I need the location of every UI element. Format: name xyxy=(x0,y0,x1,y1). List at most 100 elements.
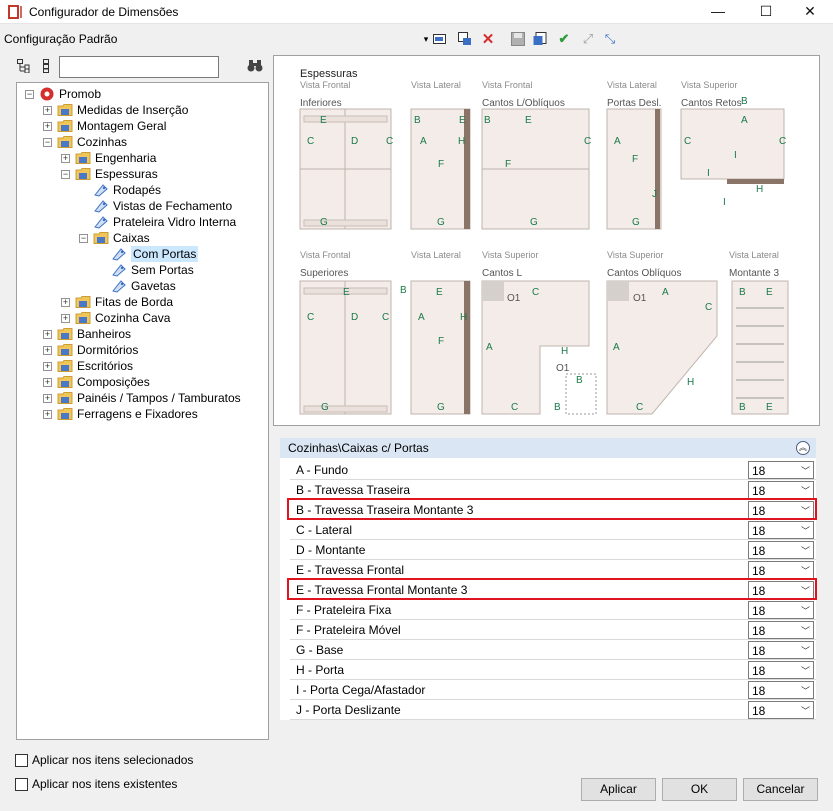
tag-icon xyxy=(112,264,126,277)
tag-icon xyxy=(94,200,108,213)
svg-text:H: H xyxy=(460,312,467,323)
thickness-select[interactable]: 18 ﹀ xyxy=(748,541,814,559)
expand-icon[interactable]: + xyxy=(43,330,52,339)
expand-icon[interactable]: + xyxy=(43,394,52,403)
thickness-select[interactable]: 18 ﹀ xyxy=(748,681,814,699)
collapse-icon[interactable]: − xyxy=(43,138,52,147)
svg-text:B: B xyxy=(554,402,561,413)
diagram-view-label: Vista Lateral xyxy=(411,250,461,260)
svg-text:E: E xyxy=(525,115,532,126)
cabinet-diagrams: Espessuras Vista Frontal Inferiores Vista … xyxy=(299,68,789,415)
expand-icon[interactable]: + xyxy=(61,314,70,323)
diagram-name-label: Portas Desl. xyxy=(607,98,661,109)
tree-item-label: Gavetas xyxy=(131,279,176,293)
diagram-view-label: Vista Superior xyxy=(482,250,538,260)
apply-selected-label: Aplicar nos itens selecionados xyxy=(32,753,194,767)
apply-selected-checkbox[interactable] xyxy=(15,754,28,767)
folder-icon xyxy=(57,120,73,132)
apply-existing-checkbox[interactable] xyxy=(15,778,28,791)
property-row: H - Porta 18 ﹀ xyxy=(290,660,816,680)
promob-logo-icon xyxy=(40,87,54,101)
tree-item-label: Medidas de Inserção xyxy=(77,103,189,117)
folder-icon xyxy=(57,376,73,388)
maximize-button[interactable]: ☐ xyxy=(743,0,789,24)
expand-all-icon[interactable] xyxy=(16,58,32,74)
thickness-select[interactable]: 18 ﹀ xyxy=(748,661,814,679)
cancel-button[interactable]: Cancelar xyxy=(743,778,818,801)
rename-config-icon[interactable] xyxy=(457,31,473,47)
property-row: F - Prateleira Móvel 18 ﹀ xyxy=(290,620,816,640)
expand-icon[interactable]: + xyxy=(43,106,52,115)
ok-button[interactable]: OK xyxy=(662,778,737,801)
svg-text:C: C xyxy=(584,136,591,147)
svg-text:E: E xyxy=(459,115,466,126)
tree-item-label: Dormitórios xyxy=(77,343,139,357)
new-config-icon[interactable] xyxy=(432,31,448,47)
expand-icon[interactable]: + xyxy=(61,154,70,163)
diagram-inferiores: EC DC G xyxy=(299,108,393,230)
expand-icon[interactable]: + xyxy=(43,122,52,131)
collapse-icon[interactable]: − xyxy=(79,234,88,243)
property-name: D - Montante xyxy=(296,543,366,557)
svg-text:G: G xyxy=(321,402,329,413)
expand-icon[interactable]: + xyxy=(43,346,52,355)
property-row: E - Travessa Frontal 18 ﹀ xyxy=(290,560,816,580)
svg-text:H: H xyxy=(458,136,465,147)
tag-icon xyxy=(112,248,126,261)
save-icon[interactable] xyxy=(510,31,526,47)
property-row: J - Porta Deslizante 18 ﹀ xyxy=(290,700,816,720)
tree-search-input[interactable] xyxy=(59,56,219,78)
expand-icon[interactable]: + xyxy=(43,410,52,419)
expand-icon[interactable]: + xyxy=(43,362,52,371)
property-row: I - Porta Cega/Afastador 18 ﹀ xyxy=(290,680,816,700)
diagram-lateral-superior: B E A H F G xyxy=(400,280,471,415)
tree-view[interactable]: − Promob + Medidas de Inserção + Montagem Ger… xyxy=(16,82,269,740)
close-button[interactable]: ✕ xyxy=(787,0,833,24)
export-icon[interactable] xyxy=(532,31,548,47)
thickness-select[interactable]: 18 ﹀ xyxy=(748,461,814,479)
minimize-button[interactable]: — xyxy=(695,0,741,24)
delete-config-icon[interactable]: ✕ xyxy=(480,31,496,48)
svg-text:E: E xyxy=(436,287,443,298)
svg-text:A: A xyxy=(741,115,748,126)
app-icon xyxy=(8,5,22,19)
expand-icon[interactable]: + xyxy=(61,298,70,307)
validate-icon[interactable]: ✔ xyxy=(556,31,572,47)
property-name: F - Prateleira Fixa xyxy=(296,603,392,617)
property-name: E - Travessa Frontal xyxy=(296,563,405,577)
chevron-down-icon: ﹀ xyxy=(800,646,810,656)
svg-text:A: A xyxy=(613,342,620,353)
svg-text:I: I xyxy=(707,168,710,179)
svg-text:E: E xyxy=(320,115,327,126)
expand-arrows-icon[interactable]: ⤢ xyxy=(580,31,596,47)
thickness-select[interactable]: 18 ﹀ xyxy=(748,521,814,539)
thickness-select[interactable]: 18 ﹀ xyxy=(748,481,814,499)
diagram-portas-desl: AF J G xyxy=(606,108,662,230)
thickness-select[interactable]: 18 ﹀ xyxy=(748,601,814,619)
preview-heading: Espessuras xyxy=(300,68,358,80)
chevron-down-icon: ﹀ xyxy=(800,526,810,536)
property-name: J - Porta Deslizante xyxy=(296,703,401,717)
expand-icon[interactable]: + xyxy=(43,378,52,387)
folder-icon xyxy=(93,232,109,244)
thickness-select[interactable]: 18 ﹀ xyxy=(748,641,814,659)
highlight-box xyxy=(287,578,817,600)
tree-item-label: Sem Portas xyxy=(131,263,194,277)
binoculars-icon[interactable] xyxy=(247,58,263,74)
property-name: A - Fundo xyxy=(296,463,349,477)
thickness-select[interactable]: 18 ﹀ xyxy=(748,621,814,639)
tree-item-label: Banheiros xyxy=(77,327,132,341)
collapse-icon[interactable]: − xyxy=(25,90,34,99)
apply-existing-label: Aplicar nos itens existentes xyxy=(32,777,178,791)
collapse-arrows-icon[interactable]: ⤡ xyxy=(602,31,618,47)
diagram-name-label: Cantos L/Oblíquos xyxy=(482,98,565,109)
tag-icon xyxy=(94,216,108,229)
collapse-panel-button[interactable]: ︽ xyxy=(796,441,810,455)
collapse-all-icon[interactable] xyxy=(38,58,54,74)
thickness-select[interactable]: 18 ﹀ xyxy=(748,701,814,719)
tree-item-label: Prateleira Vidro Interna xyxy=(113,215,237,229)
collapse-icon[interactable]: − xyxy=(61,170,70,179)
apply-button[interactable]: Aplicar xyxy=(581,778,656,801)
diagram-name-label: Cantos Retos xyxy=(681,98,742,109)
thickness-select[interactable]: 18 ﹀ xyxy=(748,561,814,579)
